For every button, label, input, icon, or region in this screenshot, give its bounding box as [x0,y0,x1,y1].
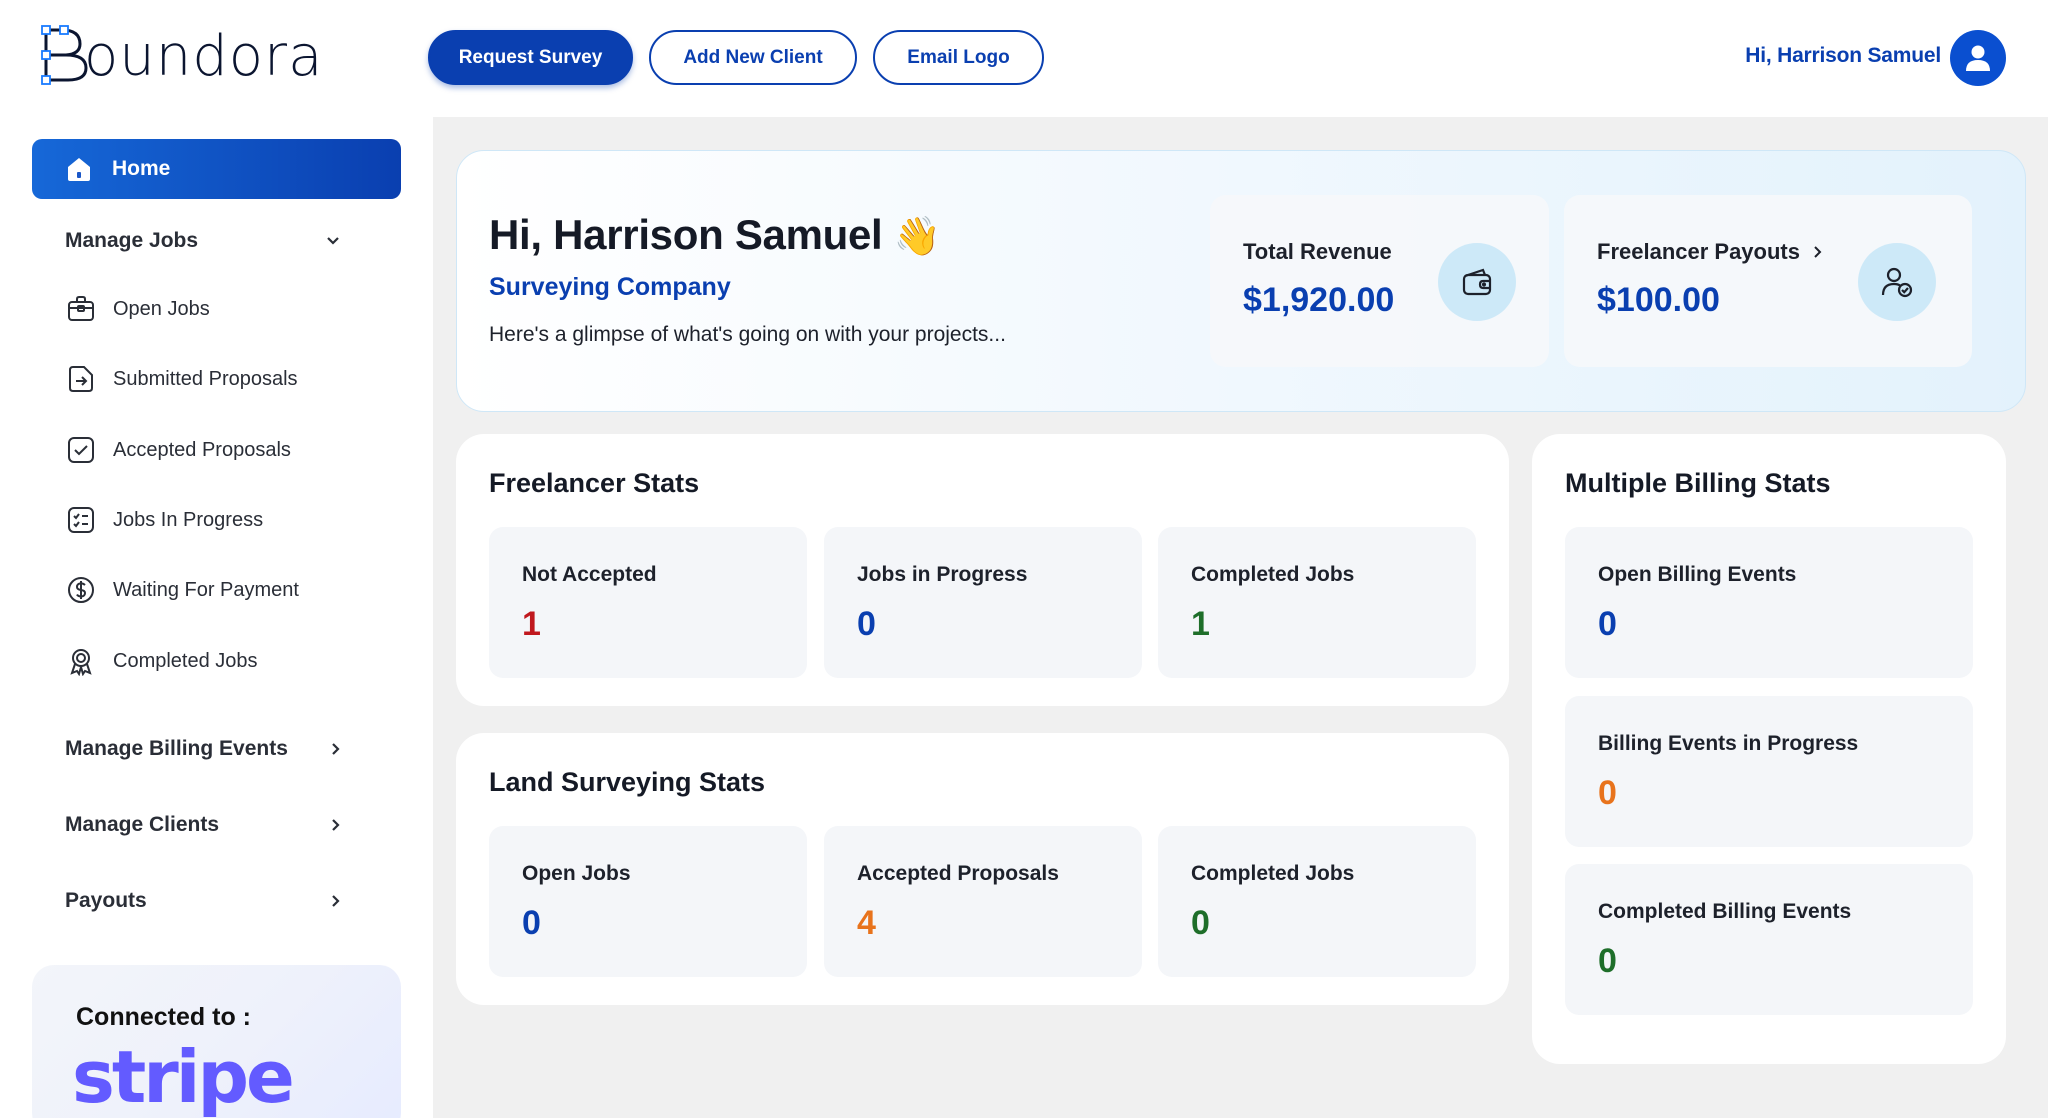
home-icon [64,154,94,184]
award-icon [65,645,97,677]
sidebar-item-open-jobs[interactable]: Open Jobs [65,293,365,325]
sidebar-item-label: Accepted Proposals [113,438,291,461]
chevron-right-icon [332,819,340,831]
stat-label: Completed Billing Events [1598,900,1852,923]
stat-card-not-accepted[interactable]: Not Accepted 1 [489,527,807,678]
sidebar-item-label: Jobs In Progress [113,508,264,531]
wave-emoji-icon: 👋 [893,216,941,258]
sidebar-item-accepted-proposals[interactable]: Accepted Proposals [65,434,365,466]
stat-value: 0 [1598,774,1617,812]
stat-value: 4 [857,904,876,942]
stat-value: 0 [857,605,876,643]
stripe-connection-card: Connected to : stripe [32,965,401,1118]
welcome-banner: Hi, Harrison Samuel 👋 Surveying Company … [456,150,2026,412]
sidebar-item-label: Waiting For Payment [113,578,299,601]
multiple-billing-stats-panel: Multiple Billing Stats Open Billing Even… [1532,434,2006,1064]
chevron-right-icon [332,743,340,755]
briefcase-icon [65,293,97,325]
sidebar-section-label: Manage Billing Events [65,737,288,760]
freelancer-payouts-value: $100.00 [1597,281,1720,319]
page-title: Hi, Harrison Samuel 👋 [489,211,941,259]
checklist-icon [65,504,97,536]
stat-label: Billing Events in Progress [1598,732,1859,755]
stat-card-completed-billing-events[interactable]: Completed Billing Events 0 [1565,864,1973,1015]
stat-label: Not Accepted [522,563,657,586]
greeting-text: Hi, Harrison Samuel [489,211,883,258]
chevron-right-icon[interactable] [1812,244,1824,260]
email-logo-button[interactable]: Email Logo [873,30,1044,85]
sidebar-item-waiting-for-payment[interactable]: Waiting For Payment [65,574,365,606]
multiple-billing-stats-title: Multiple Billing Stats [1565,468,1831,498]
user-icon [1966,45,1990,71]
sidebar-item-label: Submitted Proposals [113,367,298,390]
stat-card-completed-jobs[interactable]: Completed Jobs 0 [1158,826,1476,977]
sidebar-section-label: Payouts [65,889,147,912]
sidebar-section-label: Manage Clients [65,813,220,836]
file-arrow-icon [65,363,97,395]
brand-name: oundora [84,24,324,89]
sidebar-section-manage-jobs[interactable]: Manage Jobs [65,229,340,253]
stat-label: Open Billing Events [1598,563,1797,586]
stat-value: 0 [522,904,541,942]
stat-value: 1 [1191,605,1210,643]
user-avatar[interactable] [1950,30,2006,86]
request-survey-button[interactable]: Request Survey [428,30,633,85]
land-surveying-stats-panel: Land Surveying Stats Open Jobs 0 Accepte… [456,733,1509,1005]
checkbox-icon [65,434,97,466]
freelancer-stats-title: Freelancer Stats [489,468,700,498]
sidebar-item-completed-jobs[interactable]: Completed Jobs [65,645,365,677]
sidebar-section-payouts[interactable]: Payouts [65,889,340,913]
freelancer-payouts-card[interactable]: Freelancer Payouts $100.00 [1564,195,1972,367]
welcome-description: Here's a glimpse of what's going on with… [489,323,1006,346]
stat-value: 0 [1598,605,1617,643]
add-new-client-button[interactable]: Add New Client [649,30,857,85]
connected-label: Connected to : [76,1003,251,1031]
stat-label: Accepted Proposals [857,862,1059,885]
sidebar-item-submitted-proposals[interactable]: Submitted Proposals [65,363,365,395]
chevron-down-icon [327,237,339,245]
wallet-icon [1438,243,1516,321]
dollar-circle-icon [65,574,97,606]
chevron-right-icon [332,895,340,907]
stat-label: Completed Jobs [1191,563,1355,586]
total-revenue-card: Total Revenue $1,920.00 [1210,195,1549,367]
freelancer-payouts-label-text: Freelancer Payouts [1597,239,1800,264]
sidebar-section-manage-clients[interactable]: Manage Clients [65,813,340,837]
sidebar-item-label: Home [112,157,171,180]
sidebar-item-jobs-in-progress[interactable]: Jobs In Progress [65,504,365,536]
user-check-icon [1858,243,1936,321]
stat-card-completed-jobs[interactable]: Completed Jobs 1 [1158,527,1476,678]
company-name: Surveying Company [489,273,731,301]
stat-label: Jobs in Progress [857,563,1028,586]
sidebar-section-label: Manage Jobs [65,229,199,252]
land-surveying-stats-title: Land Surveying Stats [489,767,766,797]
sidebar-item-home[interactable]: Home [32,139,401,199]
stat-label: Open Jobs [522,862,631,885]
sidebar: Home Manage Jobs Open Jobs Submitted Pro… [0,117,433,1118]
user-greeting[interactable]: Hi, Harrison Samuel [1745,44,1941,68]
stat-card-open-jobs[interactable]: Open Jobs 0 [489,826,807,977]
stat-label: Completed Jobs [1191,862,1355,885]
stat-card-jobs-in-progress[interactable]: Jobs in Progress 0 [824,527,1142,678]
stat-value: 0 [1598,942,1617,980]
stat-card-billing-events-in-progress[interactable]: Billing Events in Progress 0 [1565,696,1973,847]
stat-card-accepted-proposals[interactable]: Accepted Proposals 4 [824,826,1142,977]
total-revenue-value: $1,920.00 [1243,281,1395,319]
stat-value: 1 [522,605,541,643]
freelancer-stats-panel: Freelancer Stats Not Accepted 1 Jobs in … [456,434,1509,706]
sidebar-item-label: Completed Jobs [113,649,258,672]
sidebar-section-manage-billing-events[interactable]: Manage Billing Events [65,737,340,761]
main-content: Hi, Harrison Samuel 👋 Surveying Company … [433,117,2048,1118]
stat-card-open-billing-events[interactable]: Open Billing Events 0 [1565,527,1973,678]
sidebar-item-label: Open Jobs [113,297,210,320]
stripe-logo: stripe [72,1035,295,1118]
brand-logo[interactable]: oundora [40,22,322,92]
total-revenue-label: Total Revenue [1243,239,1392,264]
freelancer-payouts-label: Freelancer Payouts [1597,239,1824,265]
stat-value: 0 [1191,904,1210,942]
